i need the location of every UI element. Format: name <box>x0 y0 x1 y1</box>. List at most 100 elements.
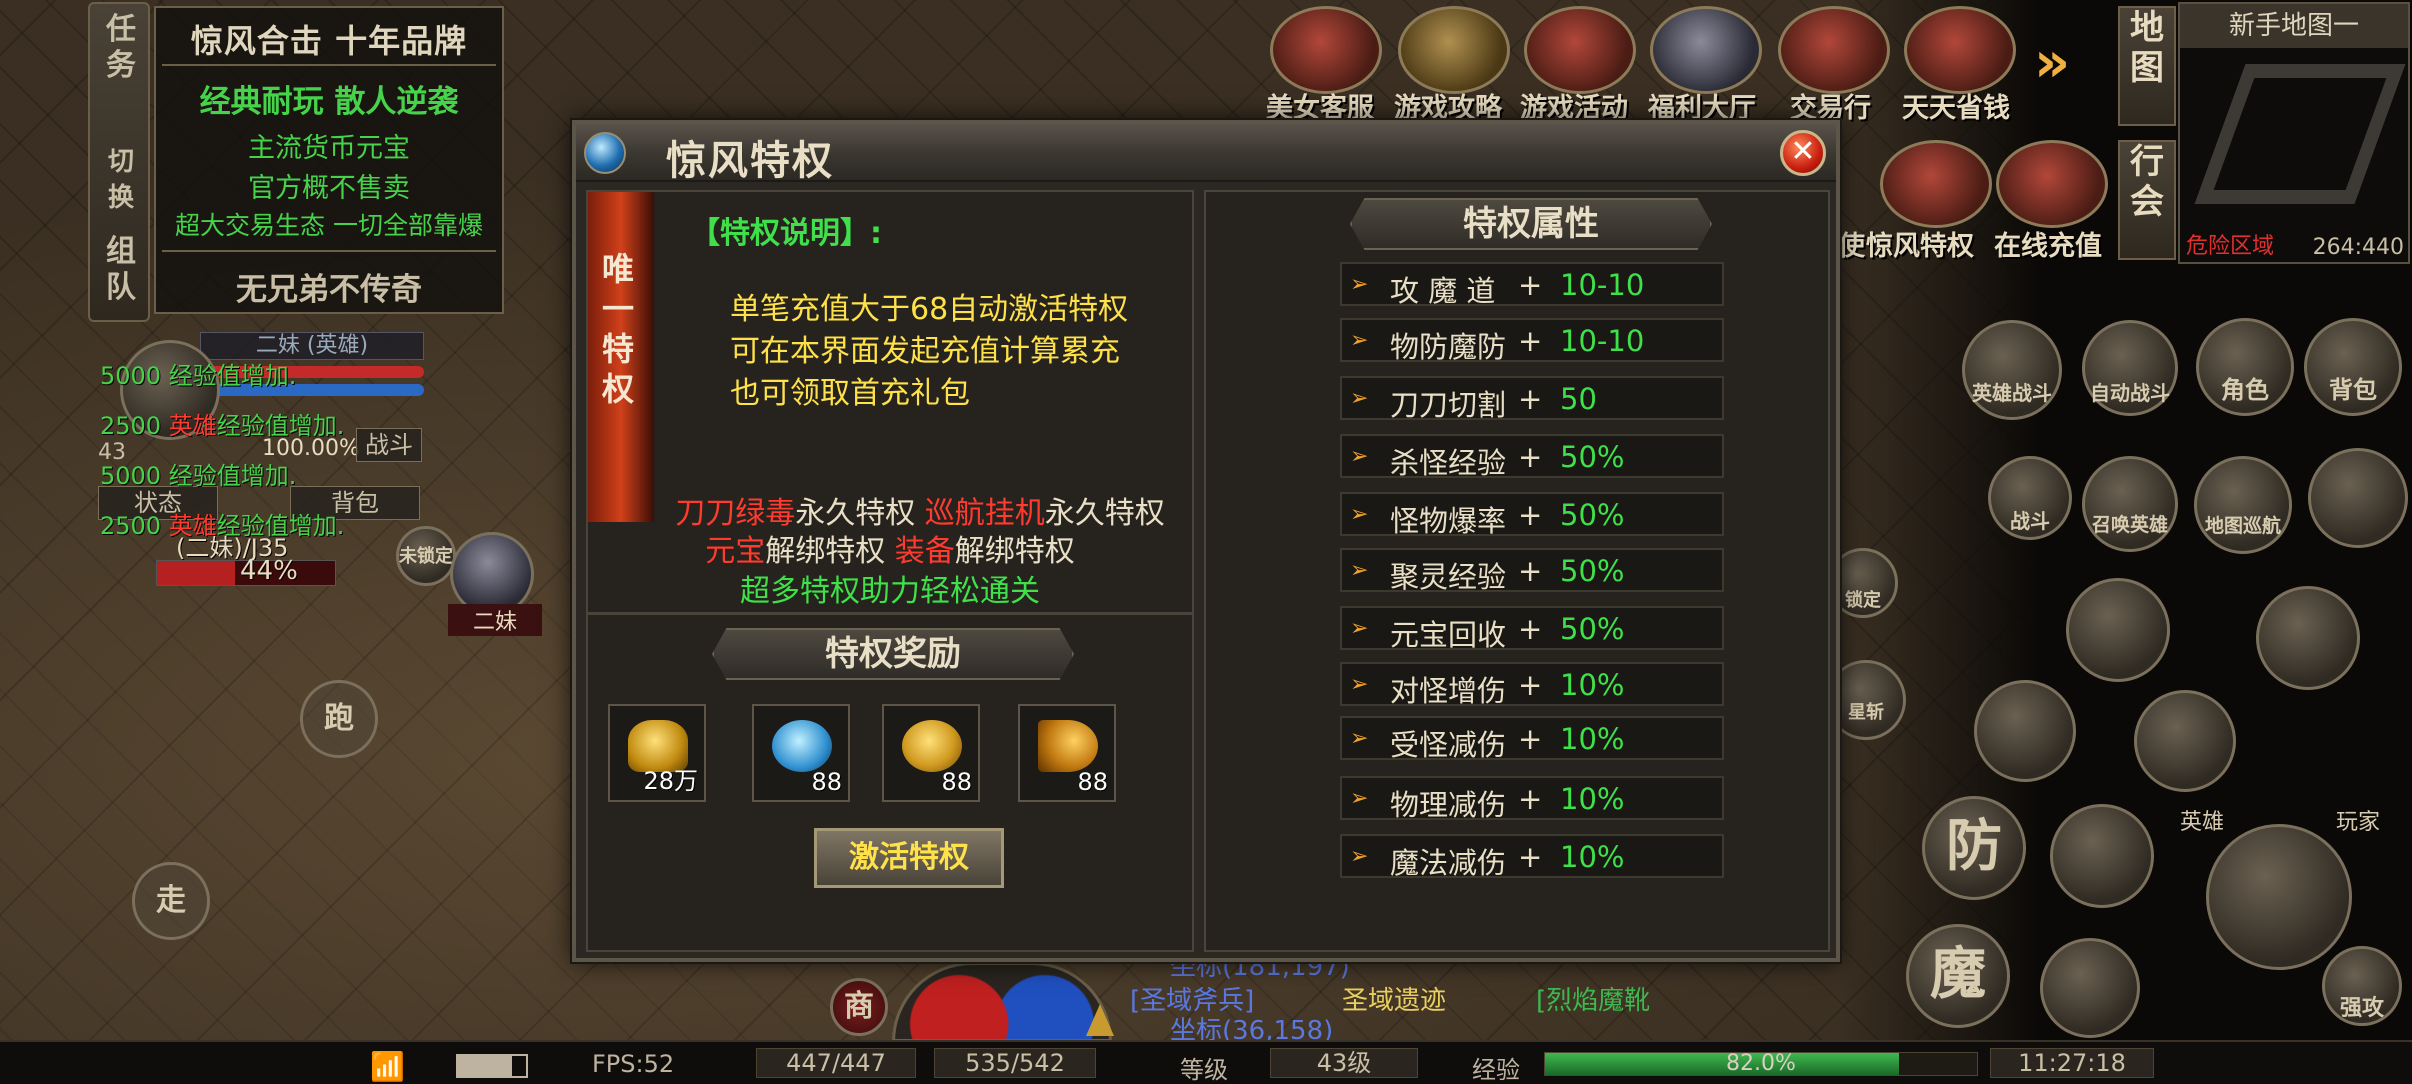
attr-row: ➢ 刀刀切割 +50 <box>1340 376 1724 422</box>
reward-count: 28万 <box>643 767 698 795</box>
dialog-title: 惊风特权 <box>666 138 834 184</box>
arrow-icon: ➢ <box>1350 726 1369 751</box>
pane-divider <box>588 612 1192 615</box>
top-icon-label: 天天省钱 <box>1902 93 2010 124</box>
hero-hp-percent-fill <box>157 561 236 585</box>
dialog-header: 惊风特权 ✕ <box>576 124 1836 184</box>
expand-arrow-icon[interactable]: » <box>2034 30 2070 95</box>
bag-circle-button[interactable]: 背包 <box>2304 318 2402 416</box>
attr-row: ➢ 元宝回收 +50% <box>1340 606 1724 652</box>
walk-button[interactable]: 走 <box>132 862 210 940</box>
lock-target-button[interactable]: 未锁定 <box>396 526 456 586</box>
map-button[interactable]: 地图 <box>2118 6 2176 126</box>
hero-battle-mode-button[interactable]: 英雄战斗 <box>1962 320 2062 420</box>
chat-log: 坐标(181,197) [圣域斧兵] 圣域遗迹 [烈焰魔靴 坐标(36,158) <box>1126 950 1706 1046</box>
fps-label: FPS:52 <box>592 1050 675 1078</box>
hp-value: 447/447 <box>756 1048 916 1078</box>
minimap[interactable]: 新手地图一 危险区域 264:440 <box>2178 2 2410 264</box>
strong-attack-button[interactable]: 强攻 <box>2322 946 2402 1026</box>
exp-message: 2500 英雄经验值增加. <box>100 512 345 540</box>
gift-icon[interactable] <box>1904 6 2016 94</box>
gold-coin-icon <box>902 720 962 772</box>
ribbon-char: 权 <box>602 370 635 408</box>
notice-line: 主流货币元宝 <box>248 133 410 164</box>
notice-line: 超大交易生态 一切全部靠爆 <box>175 211 483 240</box>
reward-slot[interactable]: 88 <box>752 704 850 802</box>
exp-percent: 82.0% <box>1726 1051 1796 1076</box>
exp-bar: 82.0% <box>1544 1052 1978 1076</box>
recharge-icon[interactable] <box>1996 140 2108 228</box>
activate-privilege-button[interactable]: 激活特权 <box>814 828 1004 888</box>
map-patrol-button[interactable]: 地图巡航 <box>2194 456 2292 554</box>
defend-button[interactable]: 防 <box>1922 796 2026 900</box>
top-icon-label: 在线充值 <box>1994 231 2102 262</box>
hero-portrait-label: 二妹 <box>448 604 542 636</box>
role-button[interactable]: 角色 <box>2196 318 2294 416</box>
skill-slot-1[interactable] <box>2066 578 2170 682</box>
server-notice-panel: 惊风合击 十年品牌 经典耐玩 散人逆袭 主流货币元宝 官方概不售卖 超大交易生态… <box>154 6 504 314</box>
privilege-info-pane: 唯 一 特 权 【特权说明】: 单笔充值大于68自动激活特权 可在本界面发起充值… <box>586 190 1194 952</box>
auto-battle-button[interactable]: 自动战斗 <box>2082 320 2178 416</box>
reward-slot[interactable]: 28万 <box>608 704 706 802</box>
reward-slot[interactable]: 88 <box>882 704 980 802</box>
magic-label: 魔 <box>1930 942 1986 1007</box>
role-label: 角色 <box>2221 376 2269 404</box>
skill-slot-6[interactable] <box>2040 938 2140 1038</box>
auto-battle-label: 自动战斗 <box>2090 381 2170 405</box>
skill-slot-3[interactable] <box>1974 680 2076 782</box>
shop-button[interactable]: 商 <box>830 978 888 1036</box>
magic-button[interactable]: 魔 <box>1906 924 2010 1028</box>
attr-row: ➢ 物理减伤 +10% <box>1340 776 1724 822</box>
hero-battle-button[interactable]: 战斗 <box>356 428 422 462</box>
exp-message: 5000 经验值增加. <box>100 362 297 390</box>
minimap-terrain <box>2194 64 2406 204</box>
dpad-icon[interactable] <box>2308 448 2408 548</box>
lock-button-label: 锁定 <box>1845 590 1881 611</box>
left-tab-bar: 任务 切换 组队 <box>88 2 150 322</box>
tab-team[interactable]: 组队 <box>96 234 146 306</box>
guide-icon[interactable] <box>1398 6 1510 94</box>
privilege-icon[interactable] <box>1880 140 1992 228</box>
main-attack-button[interactable] <box>2206 824 2352 970</box>
feature-line: 超多特权助力轻松通关 <box>740 574 1040 609</box>
activity-icon[interactable] <box>1524 6 1636 94</box>
fight-label: 战斗 <box>2010 509 2050 533</box>
run-button[interactable]: 跑 <box>300 680 378 758</box>
privilege-desc-title: 【特权说明】: <box>690 216 882 251</box>
notice-line: 经典耐玩 散人逆袭 <box>199 84 459 120</box>
minimap-danger-label: 危险区域 <box>2186 234 2275 259</box>
trade-icon[interactable] <box>1778 6 1890 94</box>
minimap-coords: 264:440 <box>2312 235 2404 260</box>
summon-hero-button[interactable]: 召唤英雄 <box>2082 456 2178 552</box>
skill-slot-2[interactable] <box>2256 586 2360 690</box>
player-tag: 玩家 <box>2336 810 2381 835</box>
reward-count: 88 <box>811 768 842 796</box>
attr-row: ➢ 受怪减伤 +10% <box>1340 716 1724 762</box>
privilege-desc-line: 可在本界面发起充值计算累充 <box>730 334 1120 369</box>
horn-icon <box>1038 720 1098 772</box>
skill-slot-5[interactable] <box>2050 804 2154 908</box>
reward-slot[interactable]: 88 <box>1018 704 1116 802</box>
feature-line: 元宝解绑特权 装备解绑特权 <box>705 534 1075 569</box>
arrow-icon: ➢ <box>1350 558 1369 583</box>
arrow-icon: ➢ <box>1350 328 1369 353</box>
privilege-dialog: 惊风特权 ✕ 唯 一 特 权 【特权说明】: 单笔充值大于68自动激活特权 可在… <box>572 120 1840 962</box>
chat-line: 圣域遗迹 <box>1342 986 1447 1016</box>
minimap-title: 新手地图一 <box>2180 4 2408 48</box>
hero-hp-percent: 44% <box>240 556 298 586</box>
exp-message: 5000 经验值增加. <box>100 462 297 490</box>
battery-icon <box>456 1054 528 1078</box>
map-patrol-label: 地图巡航 <box>2204 515 2281 537</box>
tab-switch[interactable]: 切换 <box>96 144 146 216</box>
wifi-icon: 📶 <box>370 1050 405 1083</box>
skill-slot-4[interactable] <box>2134 690 2236 792</box>
tab-task[interactable]: 任务 <box>96 12 146 84</box>
arrow-icon: ➢ <box>1350 672 1369 697</box>
customer-service-icon[interactable] <box>1270 6 1382 94</box>
guild-button[interactable]: 行会 <box>2118 140 2176 260</box>
fight-button[interactable]: 战斗 <box>1988 456 2072 540</box>
chat-line: [烈焰魔靴 <box>1536 986 1651 1016</box>
close-button[interactable]: ✕ <box>1780 130 1826 176</box>
welfare-icon[interactable] <box>1650 6 1762 94</box>
star-slash-label: 星斩 <box>1848 702 1884 723</box>
